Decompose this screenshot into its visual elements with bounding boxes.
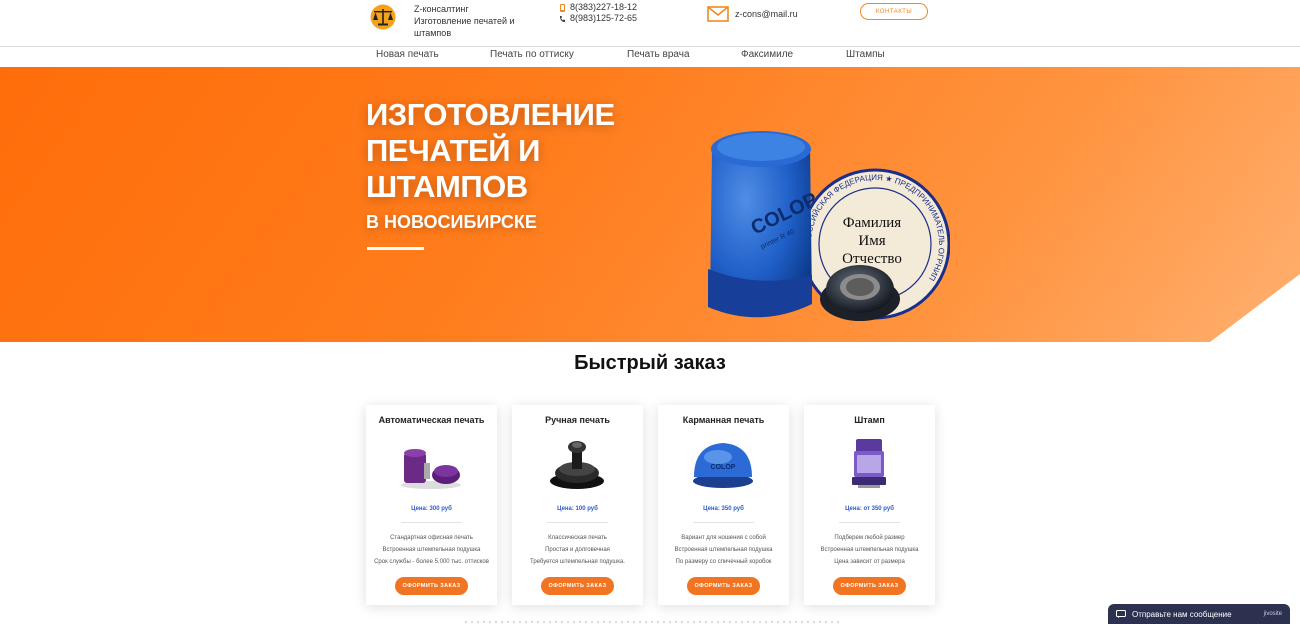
card-desc-line: Стандартная офисная печать (390, 535, 473, 541)
hero-title: ИЗГОТОВЛЕНИЕ ПЕЧАТЕЙ И ШТАМПОВ (366, 97, 686, 205)
product-card-pocket: Карманная печать COLOP Цена: 350 руб Вар… (658, 405, 789, 605)
card-divider (547, 522, 608, 523)
nav-doctor-seal[interactable]: Печать врача (627, 49, 690, 60)
phone-number-2[interactable]: 8(983)125-72-65 (570, 13, 637, 24)
seal-product-image: РОССИЙСКАЯ ФЕДЕРАЦИЯ ★ ПРЕДПРИНИМАТЕЛЬ О… (708, 131, 950, 321)
hero-title-line-3: ШТАМПОВ (366, 169, 528, 204)
phone-handset-icon (560, 15, 565, 22)
chat-bubble-icon (1116, 610, 1126, 618)
phone-row-2[interactable]: 8(983)125-72-65 (559, 13, 637, 24)
hero-underline (367, 247, 424, 250)
card-desc-line: Встроенная штемпельная подушка (674, 547, 773, 553)
brand-name: Z-консалтинг (414, 4, 469, 14)
stamp-text-2: Имя (858, 233, 885, 249)
card-title: Штамп (854, 415, 885, 425)
quick-order-title: Быстрый заказ (574, 352, 726, 374)
hero-corner-cut (1210, 274, 1300, 342)
card-description: Вариант для ношения с собой Встроенная ш… (662, 532, 785, 568)
chat-brand: jivosite (1263, 611, 1282, 617)
section-dotted-divider (463, 621, 843, 623)
chat-label[interactable]: Отправьте нам сообщение (1132, 610, 1232, 619)
nav-seal-by-imprint[interactable]: Печать по оттиску (490, 49, 574, 60)
product-card-automatic: Автоматическая печать Цена: 300 руб Стан… (366, 405, 497, 605)
card-description: Классическая печать Простая и долговечна… (516, 532, 639, 568)
svg-text:COLOP: COLOP (711, 464, 736, 471)
nav-new-seal[interactable]: Новая печать (376, 49, 439, 60)
hero-title-line-1: ИЗГОТОВЛЕНИЕ (366, 97, 615, 132)
phone-number-1[interactable]: 8(383)227-18-12 (570, 2, 637, 13)
main-nav: Новая печать Печать по оттиску Печать вр… (0, 47, 1300, 67)
order-button[interactable]: ОФОРМИТЬ ЗАКАЗ (687, 577, 760, 595)
card-divider (839, 522, 900, 523)
card-desc-line: Встроенная штемпельная подушка (382, 547, 481, 553)
product-card-hand: Ручная печать Цена: 100 руб Классическая… (512, 405, 643, 605)
hero-subtitle: В НОВОСИБИРСКЕ (366, 212, 537, 232)
stamp-text-1: Фамилия (843, 215, 902, 231)
order-button[interactable]: ОФОРМИТЬ ЗАКАЗ (395, 577, 468, 595)
brand-tagline-2: штампов (414, 28, 452, 38)
hero-title-line-2: ПЕЧАТЕЙ И (366, 133, 540, 168)
card-divider (401, 522, 462, 523)
email-block[interactable]: z-cons@mail.ru (707, 6, 798, 22)
card-desc-line: По размеру со спичечный коробок (675, 559, 772, 565)
phone-block: 8(383)227-18-12 8(983)125-72-65 (559, 2, 637, 24)
pocket-stamp-icon: COLOP (693, 443, 753, 488)
card-desc-line: Встроенная штемпельная подушка (820, 547, 919, 553)
nav-stamps[interactable]: Штампы (846, 49, 885, 60)
card-desc-line: Простая и долговечная (545, 547, 610, 553)
scales-logo-icon[interactable] (369, 4, 397, 30)
contacts-button[interactable]: КОНТАКТЫ (860, 3, 928, 20)
brand-tagline-1: Изготовление печатей и (414, 16, 515, 26)
card-divider (693, 522, 754, 523)
card-price: Цена: 100 руб (557, 506, 598, 512)
hero-banner: ИЗГОТОВЛЕНИЕ ПЕЧАТЕЙ И ШТАМПОВ В НОВОСИБ… (0, 67, 1300, 342)
order-button[interactable]: ОФОРМИТЬ ЗАКАЗ (541, 577, 614, 595)
card-title: Ручная печать (545, 415, 610, 425)
card-desc-line: Классическая печать (548, 535, 607, 541)
card-description: Подберем любой размер Встроенная штемпел… (808, 532, 931, 568)
card-desc-line: Срок службы - более 5.000 тыс. оттисков (374, 559, 489, 565)
automatic-stamp-icon (401, 449, 461, 489)
card-desc-line: Цена зависит от размера (834, 559, 905, 565)
card-price: Цена: от 350 руб (845, 506, 894, 512)
card-description: Стандартная офисная печать Встроенная шт… (370, 532, 493, 568)
card-desc-line: Подберем любой размер (834, 535, 905, 541)
phone-row-1[interactable]: 8(383)227-18-12 (559, 2, 637, 13)
card-desc-line: Вариант для ношения с собой (681, 535, 766, 541)
chat-widget[interactable]: Отправьте нам сообщение jivosite (1108, 604, 1290, 624)
card-title: Автоматическая печать (378, 415, 485, 425)
rectangle-stamp-icon (852, 439, 886, 488)
card-title: Карманная печать (682, 415, 765, 425)
email-address[interactable]: z-cons@mail.ru (735, 9, 798, 19)
brand-block: Z-консалтинг Изготовление печатей и штам… (414, 3, 524, 39)
card-desc-line: Требуется штемпельная подушка. (530, 559, 625, 565)
card-price: Цена: 300 руб (411, 506, 452, 512)
hand-stamp-icon (550, 441, 604, 489)
nav-facsimile[interactable]: Факсимиле (741, 49, 793, 60)
stamp-text-3: Отчество (842, 251, 902, 267)
envelope-icon (707, 6, 729, 22)
order-button[interactable]: ОФОРМИТЬ ЗАКАЗ (833, 577, 906, 595)
product-card-rectangle-stamp: Штамп Цена: от 350 руб Подберем любой ра… (804, 405, 935, 605)
site-header: Z-консалтинг Изготовление печатей и штам… (0, 0, 1300, 47)
mobile-phone-icon (560, 3, 565, 12)
card-price: Цена: 350 руб (703, 506, 744, 512)
